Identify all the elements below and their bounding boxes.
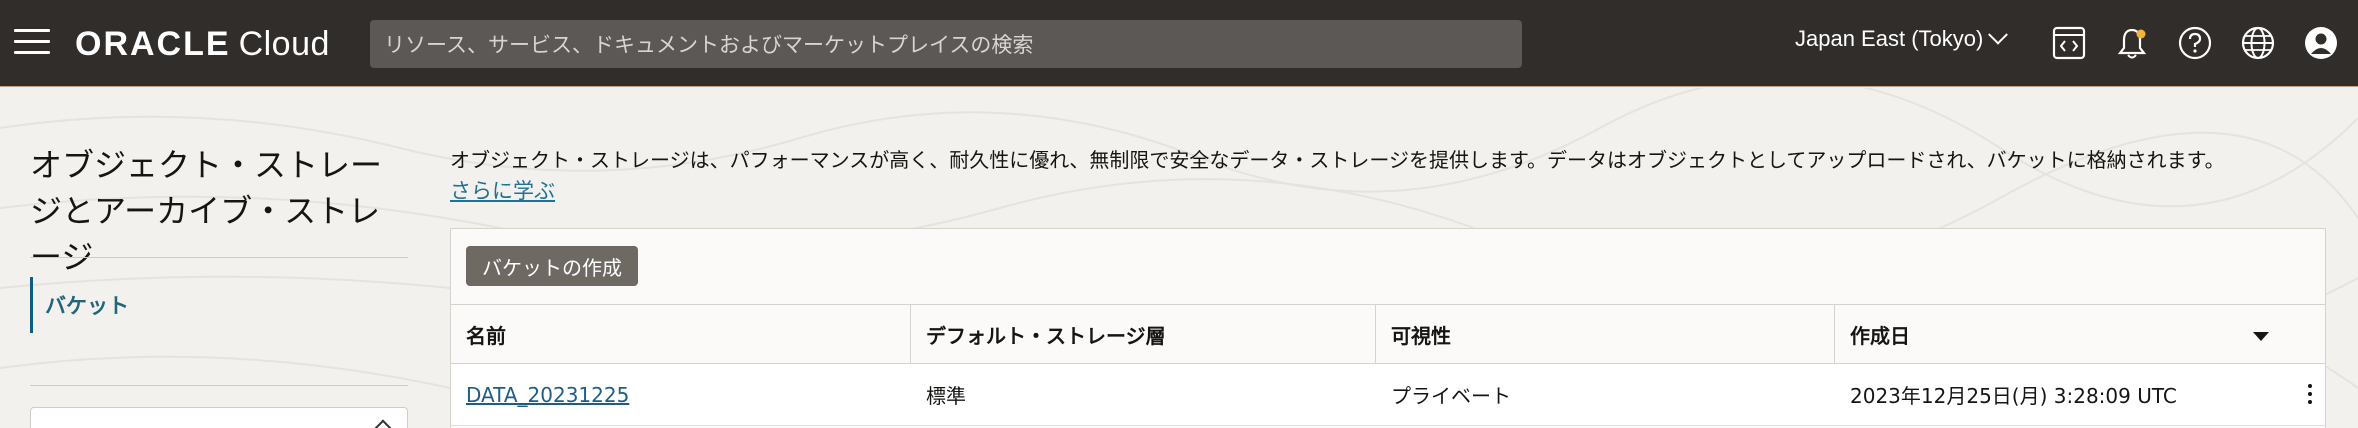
help-icon[interactable]: [2176, 24, 2214, 62]
bucket-name-link[interactable]: DATA_20231225: [466, 383, 629, 407]
sidebar-divider: [30, 385, 408, 386]
menu-icon[interactable]: [14, 29, 50, 57]
column-header-visibility[interactable]: 可視性: [1376, 305, 1835, 363]
table-header: 名前 デフォルト・ストレージ層 可視性 作成日: [451, 304, 2325, 364]
column-label: 可視性: [1391, 323, 1451, 348]
cell-created: 2023年12月25日(月) 3:28:09 UTC: [1835, 364, 2325, 425]
language-globe-icon[interactable]: [2239, 24, 2277, 62]
oracle-cloud-logo[interactable]: ORACLE Cloud: [75, 24, 330, 64]
column-header-name[interactable]: 名前: [451, 305, 911, 363]
column-label: 名前: [466, 323, 506, 348]
create-bucket-button[interactable]: バケットの作成: [466, 246, 638, 286]
chevron-down-icon: [1988, 24, 2009, 45]
brand-sub: Cloud: [238, 25, 330, 63]
region-label: Japan East (Tokyo): [1795, 26, 1984, 51]
column-label: デフォルト・ストレージ層: [926, 323, 1166, 348]
buckets-table: 名前 デフォルト・ストレージ層 可視性 作成日 DATA_20231225 標準…: [451, 304, 2325, 426]
brand-main: ORACLE: [75, 25, 231, 63]
column-label: 作成日: [1850, 323, 1910, 348]
cell-name: DATA_20231225: [451, 364, 911, 425]
sidebar-item-label: バケット: [45, 294, 129, 318]
region-selector[interactable]: Japan East (Tokyo): [1795, 24, 2009, 52]
code-editor-icon[interactable]: [2050, 24, 2088, 62]
cell-storage-tier: 標準: [926, 384, 966, 408]
page-title: オブジェクト・ストレージとアーカイブ・ストレージ: [30, 146, 383, 276]
cell-visibility: プライベート: [1391, 384, 1511, 408]
buckets-panel: バケットの作成 名前 デフォルト・ストレージ層 可視性 作成日 DATA_202…: [450, 228, 2326, 428]
column-header-created[interactable]: 作成日: [1835, 305, 2325, 363]
learn-more-link[interactable]: さらに学ぶ: [450, 175, 555, 205]
created-date: 2023年12月25日(月) 3:28:09 UTC: [1850, 384, 2177, 408]
notification-bell-icon[interactable]: [2113, 24, 2151, 62]
user-profile-icon[interactable]: [2302, 24, 2340, 62]
sidebar-divider: [30, 257, 408, 258]
search-placeholder: リソース、サービス、ドキュメントおよびマーケットプレイスの検索: [384, 33, 1034, 57]
row-actions-kebab-icon[interactable]: [2307, 384, 2313, 408]
column-header-storage-tier[interactable]: デフォルト・ストレージ層: [911, 305, 1376, 363]
chevron-up-icon: [374, 419, 392, 428]
top-navigation-bar: ORACLE Cloud リソース、サービス、ドキュメントおよびマーケットプレイス…: [0, 0, 2358, 87]
page-description: オブジェクト・ストレージは、パフォーマンスが高く、耐久性に優れ、無制限で安全なデ…: [450, 148, 2225, 172]
sidebar-item-buckets[interactable]: バケット: [30, 277, 129, 333]
search-input[interactable]: リソース、サービス、ドキュメントおよびマーケットプレイスの検索: [370, 20, 1522, 68]
table-row: DATA_20231225 標準 プライベート 2023年12月25日(月) 3…: [451, 364, 2325, 426]
compartment-selector[interactable]: [30, 407, 408, 428]
sort-descending-icon[interactable]: [2253, 332, 2269, 341]
